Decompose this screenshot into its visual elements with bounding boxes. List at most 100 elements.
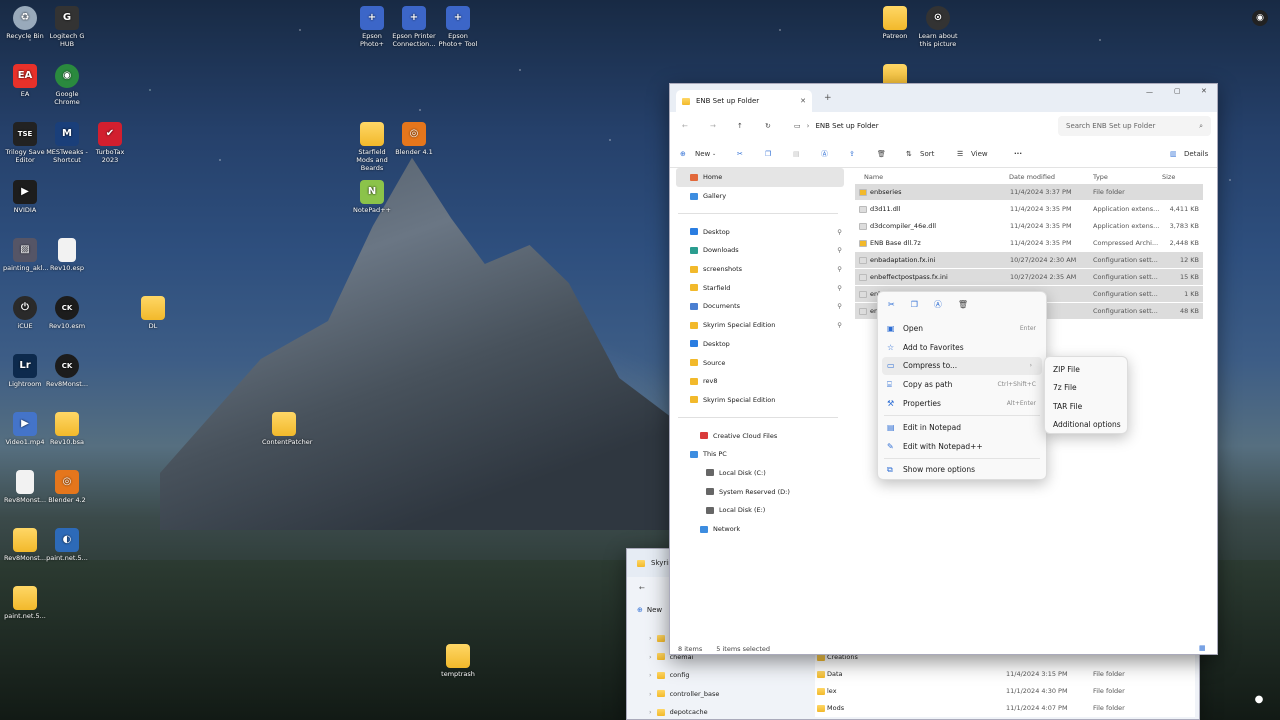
desktop-icon[interactable]: + Epson Photo+ Tool <box>436 6 480 48</box>
delete-icon[interactable]: 🗑 <box>958 300 968 309</box>
nav-item[interactable]: Documents ⚲ <box>670 297 846 316</box>
nav-item[interactable]: Local Disk (E:) <box>670 501 846 520</box>
view-button[interactable]: View <box>971 150 988 158</box>
desktop-icon[interactable]: M MESTweaks - Shortcut <box>45 122 89 164</box>
desktop-icon[interactable]: paint.net.5... <box>3 586 47 620</box>
nav-item[interactable]: Desktop <box>670 335 846 354</box>
submenu-item[interactable]: ZIP File <box>1045 360 1127 379</box>
nav-item[interactable]: Downloads ⚲ <box>670 241 846 260</box>
desktop-icon[interactable]: Starfield Mods and Beards <box>350 122 394 172</box>
nav-item[interactable]: This PC <box>670 445 846 464</box>
column-name[interactable]: Name <box>864 173 883 181</box>
context-menu-item[interactable]: ▤ Edit in Notepad <box>878 418 1046 437</box>
column-date[interactable]: Date modified <box>1009 173 1055 181</box>
submenu-item[interactable]: Additional options <box>1045 416 1127 435</box>
desktop-icon[interactable]: ✔ TurboTax 2023 <box>88 122 132 164</box>
nav-item[interactable]: screenshots ⚲ <box>670 260 846 279</box>
context-menu-item[interactable]: ✎ Edit with Notepad++ <box>878 437 1046 456</box>
back-arrow-icon[interactable]: ← <box>639 584 645 592</box>
desktop-icon[interactable]: ⊙ Learn about this picture <box>916 6 960 48</box>
desktop-icon[interactable]: ⏻ iCUE <box>3 296 47 330</box>
file-row[interactable]: enbseries 11/4/2024 3:37 PM File folder <box>855 184 1203 200</box>
desktop-icon[interactable]: + Epson Photo+ <box>350 6 394 48</box>
paste-icon[interactable]: ▤ <box>793 150 800 158</box>
desktop-icon[interactable]: N NotePad++ <box>350 180 394 214</box>
desktop-icon[interactable]: Rev8Monst... <box>3 470 47 504</box>
desktop-icon[interactable]: DL <box>131 296 175 330</box>
nav-item[interactable]: Source <box>670 353 846 372</box>
desktop-icon[interactable]: ▨ painting_akl... <box>3 238 49 272</box>
new-tab-icon[interactable]: + <box>824 93 832 103</box>
top-right-icon[interactable]: ◉ <box>1252 10 1268 26</box>
delete-icon[interactable]: 🗑 <box>877 150 886 158</box>
context-menu-item[interactable]: ⚒ Properties Alt+Enter <box>878 394 1046 413</box>
desktop-icon[interactable]: ▶ Video1.mp4 <box>3 412 47 446</box>
copy-icon[interactable]: ❐ <box>765 150 771 158</box>
desktop-icon[interactable]: + Epson Printer Connection... <box>392 6 436 48</box>
desktop-icon[interactable]: CK Rev10.esm <box>45 296 89 330</box>
desktop-icon[interactable]: ♻ Recycle Bin <box>3 6 47 40</box>
nav-item[interactable]: Skyrim Special Edition ⚲ <box>670 316 846 335</box>
nav-item[interactable]: Starfield ⚲ <box>670 278 846 297</box>
back-arrow-icon[interactable]: ← <box>682 122 688 130</box>
desktop-icon[interactable]: Lr Lightroom <box>3 354 47 388</box>
file-row[interactable]: ENB Base dll.7z 11/4/2024 3:35 PM Compress… <box>855 235 1203 251</box>
mic-icon[interactable]: ● <box>1252 694 1266 708</box>
rename-icon[interactable]: Ⓐ <box>934 299 942 310</box>
desktop-icon[interactable]: ◐ paint.net.5... <box>45 528 89 562</box>
context-menu-item[interactable]: ☆ Add to Favorites <box>878 338 1046 357</box>
context-menu-item[interactable]: ⌸ Copy as path Ctrl+Shift+C <box>878 375 1046 394</box>
new-button[interactable]: New <box>647 606 662 614</box>
close-window-icon[interactable]: ✕ <box>1201 87 1207 95</box>
more-icon[interactable]: ··· <box>1014 150 1022 158</box>
sort-button[interactable]: Sort <box>920 150 934 158</box>
desktop-icon[interactable]: ▶ NVIDIA <box>3 180 47 214</box>
file-row[interactable]: d3d11.dll 11/4/2024 3:35 PM Application ex… <box>855 201 1203 217</box>
desktop-icon[interactable]: temptrash <box>436 644 480 678</box>
close-tab-icon[interactable]: ✕ <box>800 97 806 105</box>
desktop-icon[interactable]: ◎ Blender 4.1 <box>392 122 436 156</box>
nav-item[interactable]: Network <box>670 520 846 539</box>
refresh-icon[interactable]: ↻ <box>765 122 771 130</box>
search-input[interactable]: Search ENB Set up Folder ⌕ <box>1058 116 1211 136</box>
new-button[interactable]: New <box>695 150 710 158</box>
nav-item[interactable]: Local Disk (C:) <box>670 464 846 483</box>
desktop-icon[interactable]: ContentPatcher <box>262 412 312 446</box>
context-menu-item[interactable]: ▭ Compress to... › <box>882 356 1042 376</box>
context-menu-item[interactable]: ▣ Open Enter <box>878 319 1046 338</box>
up-arrow-icon[interactable]: ↑ <box>737 122 743 130</box>
maximize-icon[interactable]: ▢ <box>1174 87 1181 95</box>
back-nav-item[interactable]: › config <box>649 666 779 685</box>
back-nav-item[interactable]: › controller_base <box>649 685 779 704</box>
file-row[interactable]: d3dcompiler_46e.dll 11/4/2024 3:35 PM Appl… <box>855 218 1203 234</box>
desktop-icon[interactable]: Rev10.esp <box>45 238 89 272</box>
share-icon[interactable]: ⇪ <box>849 150 855 158</box>
file-row[interactable]: enbeffectpostpass.fx.ini 10/27/2024 2:35 … <box>855 269 1203 285</box>
submenu-item[interactable]: 7z File <box>1045 379 1127 398</box>
cut-icon[interactable]: ✂ <box>737 150 743 158</box>
desktop-icon[interactable]: G Logitech G HUB <box>45 6 89 48</box>
nav-item[interactable]: rev8 <box>670 372 846 391</box>
back-file-row[interactable]: lex 11/1/2024 4:30 PM File folder <box>815 683 1195 700</box>
copy-icon[interactable]: ❐ <box>911 300 918 309</box>
submenu-item[interactable]: TAR File <box>1045 397 1127 416</box>
file-row[interactable]: enbadaptation.fx.ini 10/27/2024 2:30 AM Co… <box>855 252 1203 268</box>
forward-arrow-icon[interactable]: → <box>710 122 716 130</box>
desktop-icon[interactable]: EA EA <box>3 64 47 98</box>
context-menu-item[interactable]: ⧉ Show more options <box>878 461 1046 480</box>
nav-item[interactable]: Desktop ⚲ <box>670 222 846 241</box>
tab-active[interactable]: ENB Set up Folder ✕ <box>676 90 812 112</box>
column-type[interactable]: Type <box>1093 173 1108 181</box>
details-view-icon[interactable]: ▦ <box>1199 644 1206 652</box>
column-size[interactable]: Size <box>1162 173 1175 181</box>
desktop-icon[interactable]: Rev10.bsa <box>45 412 89 446</box>
back-file-row[interactable]: Data 11/4/2024 3:15 PM File folder <box>815 666 1195 683</box>
address-bar[interactable]: ▭ › ENB Set up Folder <box>788 116 1050 136</box>
nav-item[interactable]: Home <box>676 168 844 187</box>
nav-item[interactable]: Creative Cloud Files <box>670 426 846 445</box>
desktop-icon[interactable]: CK Rev8Monst... <box>45 354 89 388</box>
nav-item[interactable]: Skyrim Special Edition <box>670 391 846 410</box>
desktop-icon[interactable]: ◎ Blender 4.2 <box>45 470 89 504</box>
desktop-icon[interactable]: ◉ Google Chrome <box>45 64 89 106</box>
details-button[interactable]: Details <box>1184 150 1208 158</box>
